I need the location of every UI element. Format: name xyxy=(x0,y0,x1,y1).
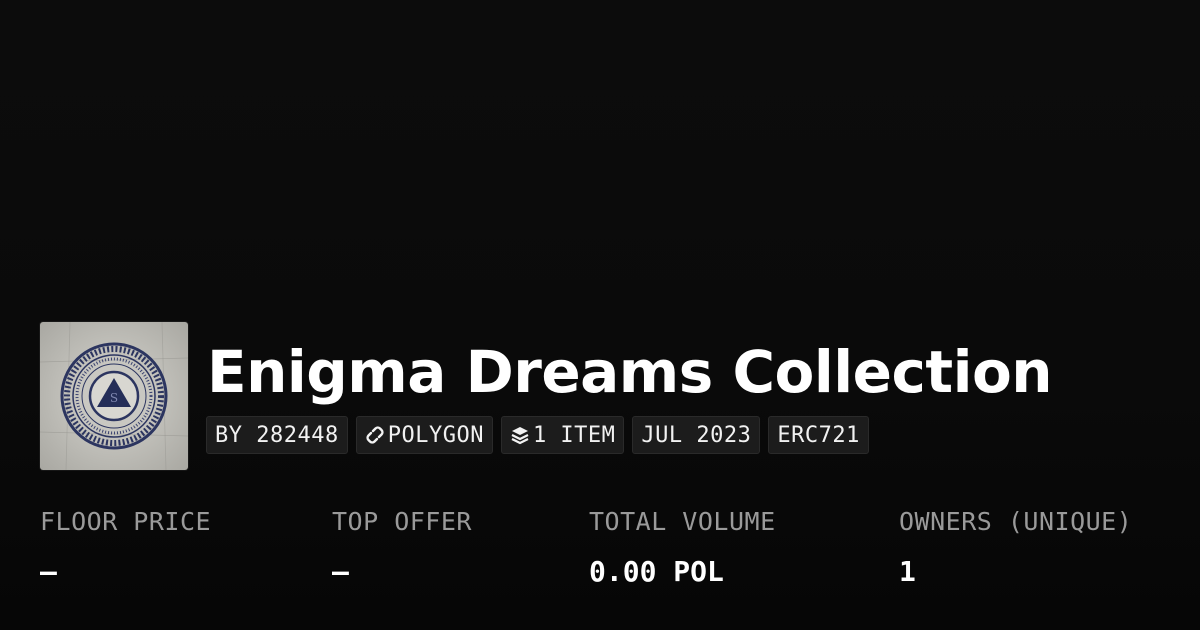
stat-label: TOTAL VOLUME xyxy=(589,507,776,536)
stat-label: FLOOR PRICE xyxy=(40,507,212,536)
layers-icon xyxy=(510,425,530,445)
stat-value: 0.00 POL xyxy=(589,555,724,588)
standard-badge: ERC721 xyxy=(768,416,869,454)
stat-label: TOP OFFER xyxy=(332,507,472,536)
stat-label: OWNERS (UNIQUE) xyxy=(899,507,1133,536)
items-badge[interactable]: 1 ITEM xyxy=(500,416,625,454)
stat-value: — xyxy=(40,555,57,588)
stat-value: 1 xyxy=(899,555,916,588)
collection-title: Enigma Dreams Collection xyxy=(207,338,1053,406)
artwork-letter: S xyxy=(110,391,118,405)
items-label: 1 ITEM xyxy=(532,422,616,448)
stat-floor-price: FLOOR PRICE — xyxy=(40,505,211,589)
stat-value: — xyxy=(332,555,349,588)
collection-badges: BY 282448 POLYGON 1 ITEM JUL 2023 ERC721 xyxy=(206,416,869,454)
chain-label: POLYGON xyxy=(387,422,484,448)
collection-artwork: S xyxy=(40,322,188,470)
date-label: JUL 2023 xyxy=(641,422,752,448)
creator-badge[interactable]: BY 282448 xyxy=(206,416,348,454)
stat-top-offer: TOP OFFER — xyxy=(332,505,472,589)
standard-label: ERC721 xyxy=(777,422,860,448)
stat-total-volume: TOTAL VOLUME 0.00 POL xyxy=(589,505,776,589)
collection-thumbnail: S xyxy=(40,322,188,470)
creator-label: BY 282448 xyxy=(215,422,339,448)
stat-owners: OWNERS (UNIQUE) 1 xyxy=(899,505,1132,589)
date-badge: JUL 2023 xyxy=(632,416,761,454)
collection-card: S Enigma Dreams Collection BY 282448 POL… xyxy=(0,0,1200,630)
chain-badge[interactable]: POLYGON xyxy=(355,416,493,454)
chain-link-icon xyxy=(365,425,385,445)
